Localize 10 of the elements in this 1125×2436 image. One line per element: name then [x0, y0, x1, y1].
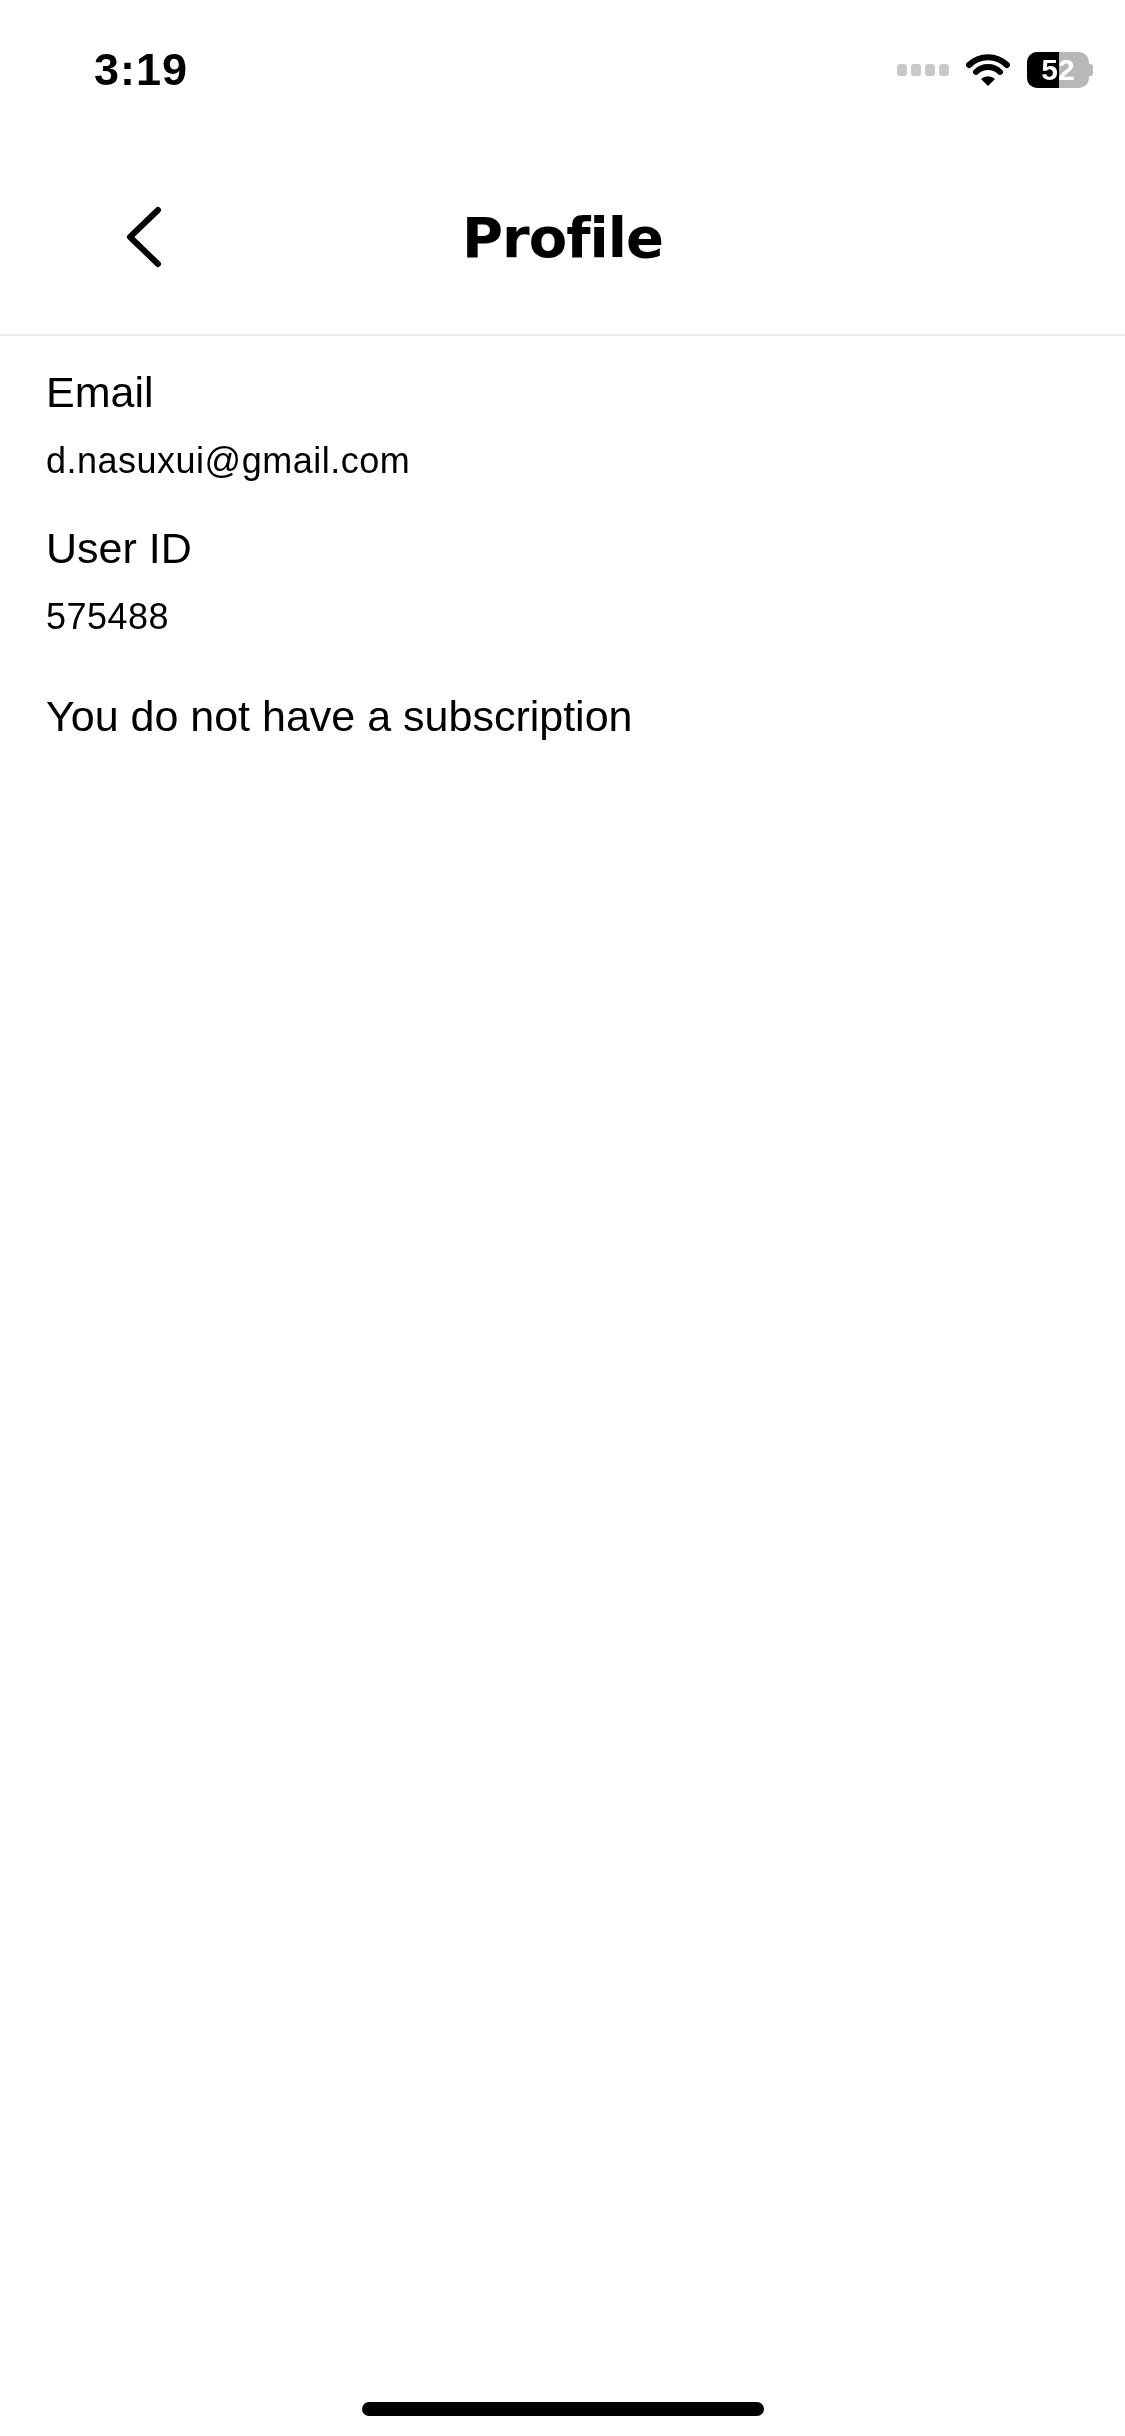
status-time: 3:19	[94, 44, 189, 96]
field-value: 575488	[46, 595, 171, 639]
signal-icon	[897, 64, 949, 76]
wifi-icon	[965, 53, 1011, 87]
subscription-status: You do not have a subscription	[46, 691, 634, 742]
field-label: Email	[46, 367, 155, 418]
page-title: Profile	[462, 204, 663, 270]
field-value: d.nasuxui@gmail.com	[46, 439, 412, 483]
back-icon	[124, 206, 164, 268]
field-label: User ID	[46, 523, 193, 574]
